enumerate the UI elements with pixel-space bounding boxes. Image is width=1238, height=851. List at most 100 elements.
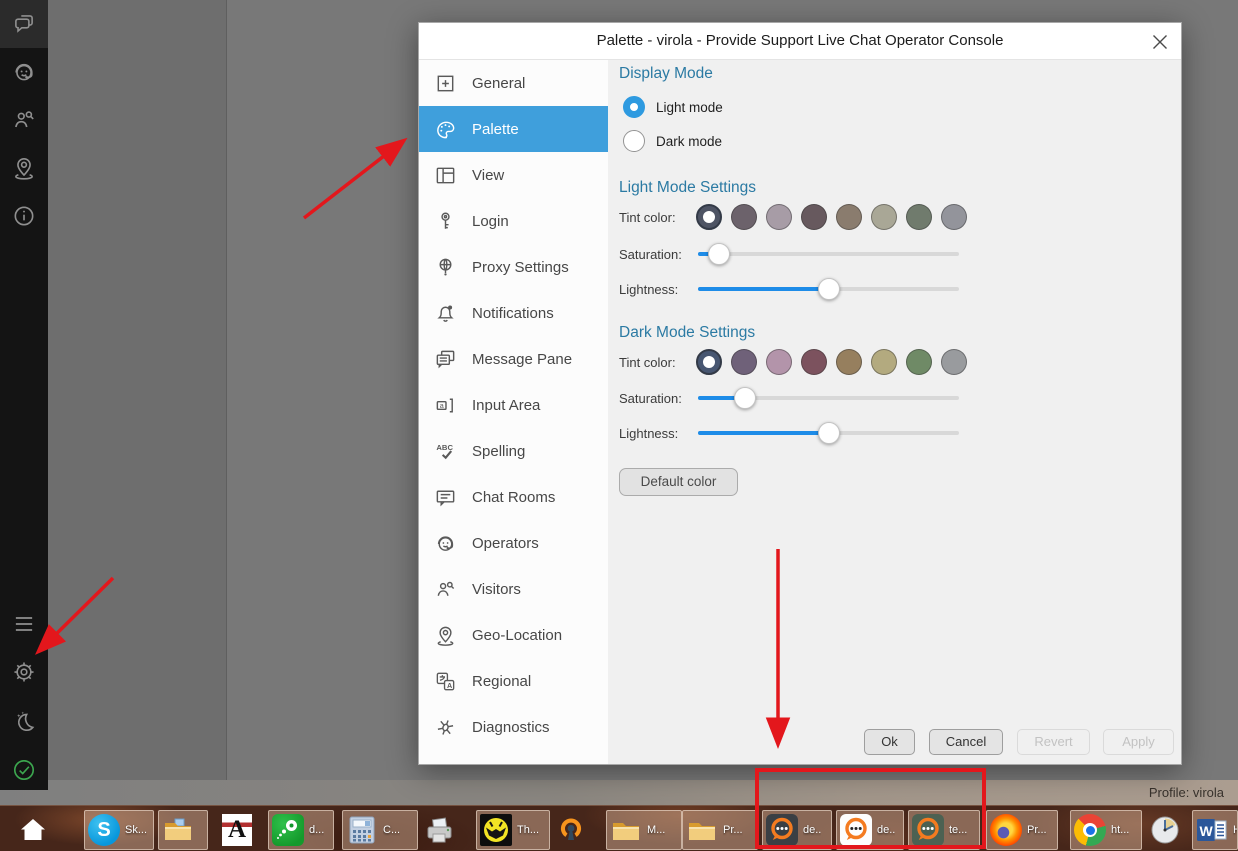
taskbar-provide-support-green[interactable]: te...: [908, 810, 980, 850]
nav-item-geo-location[interactable]: Geo-Location: [419, 612, 608, 658]
taskbar-provide-support-dark[interactable]: de..: [762, 810, 832, 850]
sidebar-status-online-button[interactable]: [0, 746, 48, 794]
light-lightness-slider[interactable]: [698, 278, 959, 300]
light-tint-swatch-1[interactable]: [731, 204, 757, 230]
nav-label: Diagnostics: [472, 719, 550, 736]
light-tint-swatch-6[interactable]: [906, 204, 932, 230]
dark-tint-swatch-5[interactable]: [871, 349, 897, 375]
slider-thumb[interactable]: [818, 422, 840, 444]
dark-mode-settings-heading: Dark Mode Settings: [619, 324, 755, 342]
dialog-content: Display Mode Light mode Dark mode Light …: [608, 60, 1181, 764]
sidebar-menu-button[interactable]: [0, 600, 48, 648]
settings-dialog: Palette - virola - Provide Support Live …: [418, 22, 1182, 765]
taskbar-word[interactable]: W H: [1192, 810, 1238, 850]
dark-tint-swatch-2[interactable]: [766, 349, 792, 375]
dialog-titlebar: Palette - virola - Provide Support Live …: [419, 23, 1181, 60]
taskbar-chrome[interactable]: ht...: [1070, 810, 1142, 850]
nav-item-palette[interactable]: Palette: [419, 106, 608, 152]
dark-saturation-slider[interactable]: [698, 387, 959, 409]
ok-button[interactable]: Ok: [864, 729, 915, 755]
dark-lightness-slider[interactable]: [698, 422, 959, 444]
dark-mode-radio[interactable]: [623, 130, 645, 152]
sidebar-visitors-button[interactable]: [0, 96, 48, 144]
dark-tint-swatch-6[interactable]: [906, 349, 932, 375]
light-tint-swatch-0[interactable]: [696, 204, 722, 230]
slider-thumb[interactable]: [708, 243, 730, 265]
operator-headset-icon: [11, 59, 37, 85]
taskbar-folder-m[interactable]: M...: [606, 810, 682, 850]
location-pin-icon: [11, 155, 37, 181]
close-icon[interactable]: [1151, 33, 1169, 51]
display-mode-heading: Display Mode: [619, 65, 713, 83]
taskbar-calculator[interactable]: C...: [342, 810, 418, 850]
light-saturation-slider[interactable]: [698, 243, 959, 265]
slider-fill: [698, 287, 829, 291]
nav-item-diagnostics[interactable]: Diagnostics: [419, 704, 608, 750]
light-tint-swatch-3[interactable]: [801, 204, 827, 230]
nav-item-regional[interactable]: A Regional: [419, 658, 608, 704]
sidebar-geo-location-button[interactable]: [0, 144, 48, 192]
operator-headset-icon: [434, 532, 457, 555]
cancel-button[interactable]: Cancel: [929, 729, 1003, 755]
dark-tint-swatch-7[interactable]: [941, 349, 967, 375]
nav-label: Geo-Location: [472, 627, 562, 644]
sidebar-operator-button[interactable]: [0, 48, 48, 96]
taskbar-start-home[interactable]: [14, 810, 58, 850]
nav-item-proxy-settings[interactable]: Proxy Settings: [419, 244, 608, 290]
palette-icon: [434, 118, 457, 141]
the-bat-icon: [480, 814, 512, 846]
revert-button[interactable]: Revert: [1017, 729, 1090, 755]
slider-thumb[interactable]: [818, 278, 840, 300]
light-tint-swatch-5[interactable]: [871, 204, 897, 230]
dark-tint-label: Tint color:: [619, 355, 676, 370]
windows-taskbar: S Sk... A d...: [0, 805, 1238, 851]
taskbar-folder-pr[interactable]: Pr...: [682, 810, 758, 850]
nav-item-message-pane[interactable]: Message Pane: [419, 336, 608, 382]
sidebar-info-button[interactable]: [0, 192, 48, 240]
taskbar-the-bat[interactable]: Th...: [476, 810, 550, 850]
spellcheck-icon: ABC: [434, 440, 457, 463]
light-tint-swatch-2[interactable]: [766, 204, 792, 230]
taskbar-openvpn[interactable]: [552, 810, 600, 850]
light-mode-radio[interactable]: [623, 96, 645, 118]
taskbar-drweb[interactable]: d...: [268, 810, 334, 850]
nav-item-input-area[interactable]: a Input Area: [419, 382, 608, 428]
taskbar-clock[interactable]: [1146, 810, 1190, 850]
taskbar-file-explorer[interactable]: [158, 810, 208, 850]
nav-item-general[interactable]: General: [419, 60, 608, 106]
nav-label: Spelling: [472, 443, 525, 460]
nav-item-operators[interactable]: Operators: [419, 520, 608, 566]
sidebar-settings-button[interactable]: [0, 648, 48, 696]
dark-tint-swatch-1[interactable]: [731, 349, 757, 375]
firefox-icon: [990, 814, 1022, 846]
profile-label: Profile: virola: [1149, 785, 1224, 800]
dark-tint-swatch-3[interactable]: [801, 349, 827, 375]
taskbar-font-viewer[interactable]: A: [218, 810, 264, 850]
nav-item-view[interactable]: View: [419, 152, 608, 198]
taskbar-skype[interactable]: S Sk...: [84, 810, 154, 850]
nav-item-notifications[interactable]: Notifications: [419, 290, 608, 336]
taskbar-provide-support-light[interactable]: de..: [836, 810, 904, 850]
dark-mode-label: Dark mode: [656, 134, 722, 149]
slider-track[interactable]: [698, 252, 959, 256]
nav-item-chat-rooms[interactable]: Chat Rooms: [419, 474, 608, 520]
dark-tint-swatch-4[interactable]: [836, 349, 862, 375]
chat-bubble-icon: [840, 814, 872, 846]
taskbar-firefox[interactable]: Pr...: [986, 810, 1058, 850]
dark-tint-swatch-0[interactable]: [696, 349, 722, 375]
nav-item-login[interactable]: Login: [419, 198, 608, 244]
nav-item-spelling[interactable]: ABC Spelling: [419, 428, 608, 474]
sidebar-chats-button[interactable]: [0, 0, 48, 48]
moon-sparkles-icon: [11, 709, 37, 735]
skype-icon: S: [88, 814, 120, 846]
sidebar-dark-mode-button[interactable]: [0, 698, 48, 746]
info-icon: [11, 203, 37, 229]
light-tint-swatch-4[interactable]: [836, 204, 862, 230]
slider-thumb[interactable]: [734, 387, 756, 409]
translate-icon: A: [434, 670, 457, 693]
light-tint-swatch-7[interactable]: [941, 204, 967, 230]
apply-button[interactable]: Apply: [1103, 729, 1174, 755]
default-color-button[interactable]: Default color: [619, 468, 738, 496]
taskbar-printer[interactable]: [420, 810, 470, 850]
nav-item-visitors[interactable]: Visitors: [419, 566, 608, 612]
